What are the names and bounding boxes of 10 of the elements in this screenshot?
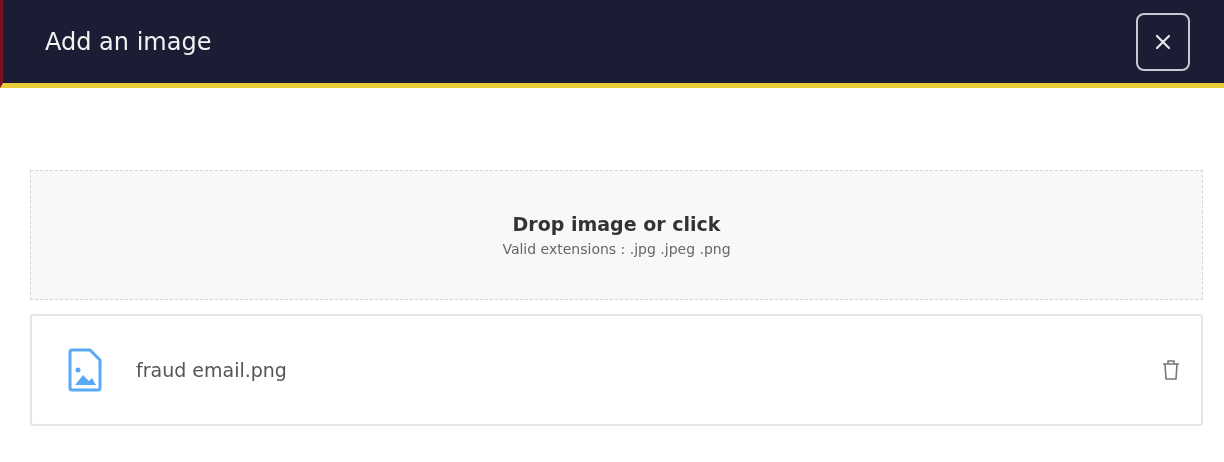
trash-icon bbox=[1161, 359, 1181, 381]
dropzone-hint: Valid extensions : .jpg .jpeg .png bbox=[502, 241, 731, 257]
delete-button[interactable] bbox=[1161, 359, 1181, 381]
dropzone-title: Drop image or click bbox=[512, 213, 721, 235]
dropzone[interactable]: Drop image or click Valid extensions : .jpg .jpeg .png bbox=[30, 170, 1203, 300]
close-button[interactable] bbox=[1136, 12, 1190, 71]
file-name: fraud email.png bbox=[136, 359, 288, 381]
close-icon bbox=[1155, 33, 1171, 50]
dialog-title: Add an image bbox=[45, 27, 212, 56]
image-file-icon bbox=[68, 348, 102, 392]
